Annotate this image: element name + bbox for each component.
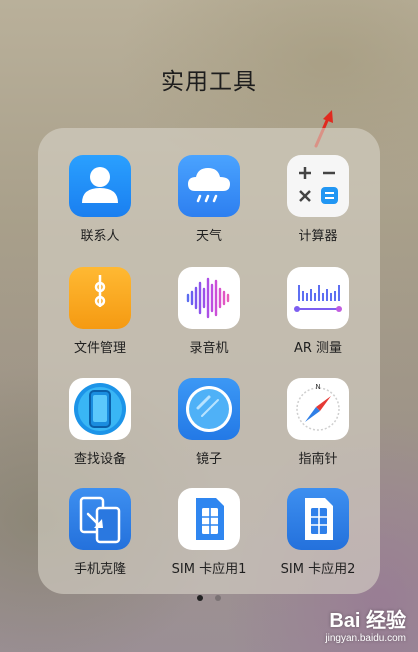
- watermark-url: jingyan.baidu.com: [325, 633, 406, 644]
- find-device-icon: [69, 378, 131, 440]
- app-label: 天气: [195, 229, 222, 244]
- app-recorder[interactable]: 录音机: [154, 267, 264, 356]
- ar-measure-icon: [287, 267, 349, 329]
- sim-card-icon: [287, 488, 349, 550]
- app-file-manager[interactable]: 文件管理: [45, 267, 155, 356]
- app-weather[interactable]: 天气: [154, 155, 264, 244]
- svg-text:N: N: [315, 383, 320, 391]
- app-label: SIM 卡应用2: [280, 562, 356, 577]
- app-sim-app-1[interactable]: SIM 卡应用1: [154, 488, 264, 577]
- app-label: 手机克隆: [73, 562, 126, 577]
- app-phone-clone[interactable]: 手机克隆: [45, 488, 155, 577]
- app-label: 指南针: [298, 452, 338, 467]
- weather-icon: [178, 155, 240, 217]
- app-sim-app-2[interactable]: SIM 卡应用2: [263, 488, 373, 577]
- app-label: 镜子: [195, 452, 222, 467]
- contacts-icon: [69, 155, 131, 217]
- app-label: 计算器: [298, 229, 338, 244]
- app-label: 录音机: [189, 341, 229, 356]
- app-compass[interactable]: N 指南针: [263, 378, 373, 467]
- app-label: AR 测量: [293, 341, 343, 356]
- sim-card-icon: [178, 488, 240, 550]
- folder-title[interactable]: 实用工具: [0, 62, 418, 96]
- app-ar-measure[interactable]: AR 测量: [263, 267, 373, 356]
- file-manager-icon: [69, 267, 131, 329]
- app-label: SIM 卡应用1: [171, 562, 247, 577]
- app-contacts[interactable]: 联系人: [45, 155, 155, 244]
- mirror-icon: [178, 378, 240, 440]
- watermark-brand: Bai 经验: [329, 610, 406, 632]
- app-mirror[interactable]: 镜子: [154, 378, 264, 467]
- calculator-icon: [287, 155, 349, 217]
- app-label: 查找设备: [73, 452, 126, 467]
- watermark: Bai 经验 jingyan.baidu.com: [325, 604, 406, 644]
- app-calculator[interactable]: 计算器: [263, 155, 373, 244]
- page-dot-inactive: [214, 595, 221, 601]
- page-indicator[interactable]: [0, 586, 418, 605]
- app-label: 联系人: [80, 229, 120, 244]
- compass-icon: N: [287, 378, 349, 440]
- app-find-device[interactable]: 查找设备: [45, 378, 155, 467]
- phone-clone-icon: [69, 488, 131, 550]
- recorder-icon: [178, 267, 240, 329]
- app-label: 文件管理: [73, 341, 126, 356]
- page-dot-active: [197, 595, 204, 601]
- folder-panel: 联系人 天气 计算器 文件管理 录音机 AR 测量 查找设备 镜子 N 指南针 …: [38, 128, 380, 594]
